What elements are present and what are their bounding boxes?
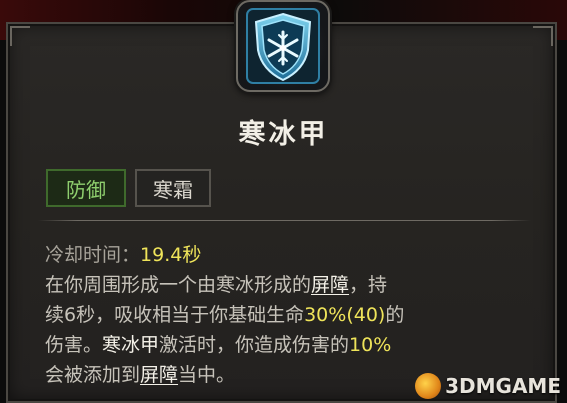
watermark-logo-icon [415, 373, 442, 399]
watermark-text: 3DMGAME [445, 374, 561, 398]
frame-corner-top-left [10, 26, 30, 46]
description-line-1: 在你周围形成一个由寒冰形成的屏障，持 [45, 270, 535, 300]
description-text: ，持 [349, 274, 388, 296]
description-text: 续6秒，吸收相当于你基础生命 [45, 304, 305, 326]
divider [38, 220, 531, 221]
skill-name-inline: 寒冰甲 [102, 334, 160, 356]
watermark: 3DMGAME [415, 373, 561, 399]
description-text: 会被添加到 [45, 364, 141, 386]
skill-icon-frame [236, 0, 330, 92]
cooldown-line: 冷却时间：19.4秒 [45, 240, 535, 270]
barrier-link[interactable]: 屏障 [311, 274, 349, 296]
frost-shield-snowflake-icon [246, 8, 320, 84]
description-text: 激活时，你造成伤害的 [159, 334, 350, 356]
skill-description: 冷却时间：19.4秒 在你周围形成一个由寒冰形成的屏障，持 续6秒，吸收相当于你… [45, 240, 535, 390]
tag-frost: 寒霜 [135, 169, 211, 207]
barrier-link[interactable]: 屏障 [140, 364, 178, 386]
description-line-2: 续6秒，吸收相当于你基础生命30%(40)的 [45, 300, 535, 330]
cooldown-label: 冷却时间： [45, 244, 141, 266]
tag-defense: 防御 [46, 169, 126, 207]
skill-title: 寒冰甲 [238, 119, 329, 150]
damage-percent-value: 10% [349, 334, 392, 356]
description-text: 伤害。 [45, 334, 103, 356]
cooldown-value: 19.4秒 [140, 244, 202, 266]
frame-corner-top-right [533, 26, 553, 46]
description-text: 的 [385, 304, 405, 326]
description-text: 在你周围形成一个由寒冰形成的 [45, 274, 312, 296]
description-line-3: 伤害。寒冰甲激活时，你造成伤害的10% [45, 330, 535, 360]
absorb-value: 30%(40) [304, 304, 386, 326]
description-text: 当中。 [178, 364, 236, 386]
